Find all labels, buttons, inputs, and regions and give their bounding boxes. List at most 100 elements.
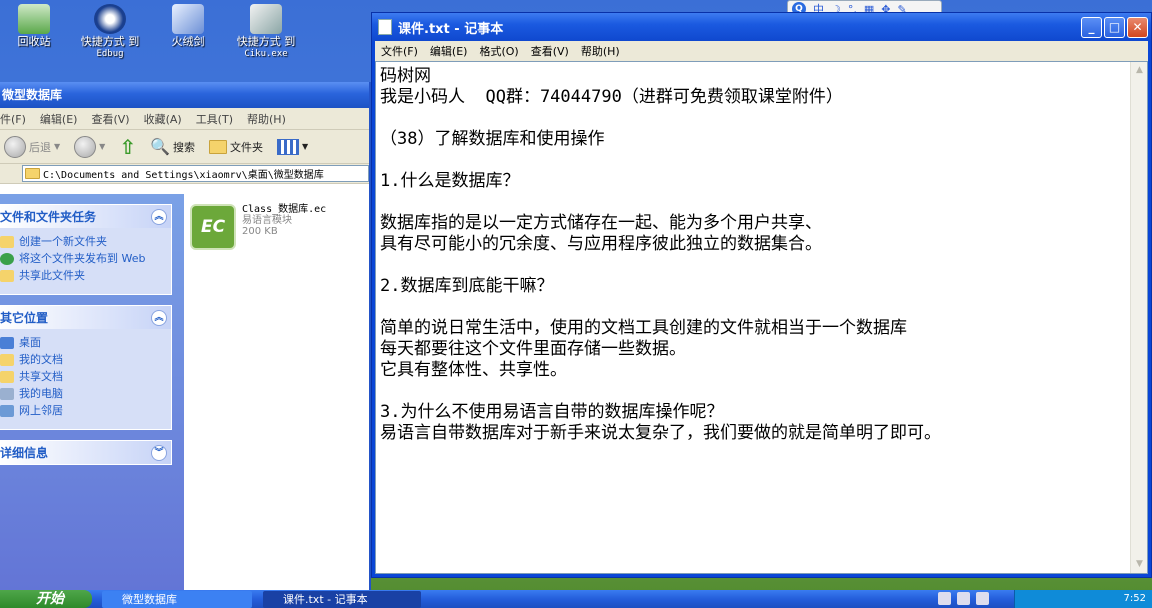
taskbar-item-explorer[interactable]: 微型数据库 — [102, 591, 252, 608]
desktop-icon-ciku[interactable]: 快捷方式 到 Ciku.exe — [228, 4, 304, 60]
menu-tools[interactable]: 工具(T) — [196, 111, 233, 127]
panel-header[interactable]: 其它位置 ︽ — [0, 306, 171, 329]
panel-title: 其它位置 — [0, 311, 49, 325]
network-icon — [0, 405, 14, 417]
desktop-icon-recycle-bin[interactable]: 回收站 — [0, 4, 72, 48]
desktop-icon-sublabel: Ciku.exe — [244, 49, 288, 59]
file-size: 200 KB — [242, 226, 278, 237]
scroll-down-icon[interactable]: ▼ — [1131, 556, 1148, 573]
views-button[interactable]: ▼ — [273, 137, 312, 157]
expand-icon[interactable]: ︾ — [151, 444, 167, 461]
menu-view[interactable]: 查看(V) — [531, 43, 569, 59]
address-bar: C:\Documents and Settings\xiaomrv\桌面\微型数… — [0, 164, 369, 184]
ime-tray-icon[interactable] — [938, 592, 951, 605]
up-button[interactable]: ⇧ — [115, 133, 140, 161]
minimize-button[interactable]: _ — [1081, 16, 1102, 38]
system-tray: 7:52 — [1014, 590, 1152, 608]
menu-edit[interactable]: 编辑(E) — [430, 43, 468, 59]
menu-edit[interactable]: 编辑(E) — [40, 111, 78, 127]
forward-arrow-icon — [74, 135, 97, 158]
menu-help[interactable]: 帮助(H) — [247, 111, 286, 127]
vertical-scrollbar[interactable]: ▲ ▼ — [1130, 62, 1147, 573]
details-panel: 详细信息 ︾ — [0, 440, 172, 465]
desktop-icon-label: 回收站 — [17, 35, 51, 48]
menu-favorites[interactable]: 收藏(A) — [144, 111, 182, 127]
chevron-down-icon: ▼ — [302, 142, 309, 151]
start-label: 开始 — [36, 591, 64, 607]
panel-header[interactable]: 文件和文件夹任务 ︽ — [0, 205, 171, 228]
taskbar-item-notepad[interactable]: 课件.txt - 记事本 — [263, 591, 421, 608]
menu-help[interactable]: 帮助(H) — [581, 43, 620, 59]
explorer-task-pane: 文件和文件夹任务 ︽ 创建一个新文件夹 将这个文件夹发布到 Web 共享此文件夹 — [0, 194, 184, 590]
help-tray-icon[interactable] — [957, 592, 970, 605]
task-publish-web[interactable]: 将这个文件夹发布到 Web — [0, 252, 167, 265]
explorer-toolbar: 后退 ▼ ▼ ⇧ 🔍 搜索 文件夹 ▼ — [0, 130, 369, 164]
desktop-icon-label: 快捷方式 到 — [80, 35, 140, 48]
file-type: 易语言模块 — [242, 215, 292, 226]
desktop-icon-sublabel: Edbug — [96, 49, 124, 59]
globe-icon — [0, 253, 14, 265]
forward-button[interactable]: ▼ — [70, 134, 109, 160]
desktop-icon-label: 火绒剑 — [171, 35, 205, 48]
place-my-computer[interactable]: 我的电脑 — [0, 387, 167, 400]
search-button[interactable]: 🔍 搜索 — [146, 135, 199, 158]
chevron-down-icon: ▼ — [54, 142, 61, 151]
menu-file[interactable]: 件(F) — [0, 111, 26, 127]
file-tasks-panel: 文件和文件夹任务 ︽ 创建一个新文件夹 将这个文件夹发布到 Web 共享此文件夹 — [0, 204, 172, 295]
taskbar: 开始 微型数据库 课件.txt - 记事本 7:52 — [0, 590, 1152, 608]
desktop-icon-edbug[interactable]: 快捷方式 到 Edbug — [72, 4, 148, 60]
place-my-documents[interactable]: 我的文档 — [0, 353, 167, 366]
clock[interactable]: 7:52 — [1124, 593, 1146, 604]
other-places-panel: 其它位置 ︽ 桌面 我的文档 共享文档 我的电脑 网上邻居 — [0, 305, 172, 430]
shared-folder-icon — [0, 371, 14, 383]
place-shared-documents[interactable]: 共享文档 — [0, 370, 167, 383]
notepad-edit-area[interactable]: 码树网 我是小码人 QQ群：74044790（进群可免费领取课堂附件） （38）… — [375, 61, 1148, 574]
collapse-icon[interactable]: ︽ — [151, 208, 167, 225]
address-input[interactable]: C:\Documents and Settings\xiaomrv\桌面\微型数… — [22, 165, 369, 182]
maximize-button[interactable]: □ — [1104, 16, 1125, 38]
notepad-window: 课件.txt - 记事本 _ □ ✕ 文件(F) 编辑(E) 格式(O) 查看(… — [371, 12, 1152, 578]
menu-file[interactable]: 文件(F) — [381, 43, 418, 59]
start-button[interactable]: 开始 — [0, 590, 92, 608]
tray-ime-icons — [938, 592, 989, 605]
notepad-menu-bar: 文件(F) 编辑(E) 格式(O) 查看(V) 帮助(H) — [375, 41, 1148, 61]
views-icon — [277, 138, 299, 155]
notepad-icon — [378, 19, 392, 35]
place-desktop[interactable]: 桌面 — [0, 336, 167, 349]
address-text: C:\Documents and Settings\xiaomrv\桌面\微型数… — [43, 170, 324, 181]
panel-title: 详细信息 — [0, 446, 49, 460]
back-label: 后退 — [29, 140, 51, 154]
recycle-bin-icon — [18, 4, 50, 34]
desktop-icon-huorong[interactable]: 火绒剑 — [150, 4, 226, 48]
place-network[interactable]: 网上邻居 — [0, 404, 167, 417]
panel-header[interactable]: 详细信息 ︾ — [0, 441, 171, 464]
file-item[interactable]: EC Class_数据库.ec 易语言模块 200 KB — [190, 204, 326, 250]
menu-view[interactable]: 查看(V) — [91, 111, 129, 127]
documents-folder-icon — [0, 354, 14, 366]
file-list: EC Class_数据库.ec 易语言模块 200 KB — [184, 194, 369, 590]
back-arrow-icon — [4, 135, 26, 158]
computer-icon — [0, 388, 14, 400]
folders-button[interactable]: 文件夹 — [205, 137, 267, 157]
folder-icon — [209, 139, 227, 154]
task-new-folder[interactable]: 创建一个新文件夹 — [0, 235, 167, 248]
task-label: 课件.txt - 记事本 — [283, 593, 368, 606]
close-button[interactable]: ✕ — [1127, 16, 1148, 38]
back-button[interactable]: 后退 ▼ — [0, 134, 64, 160]
menu-format[interactable]: 格式(O) — [479, 43, 518, 59]
desktop-icon — [0, 337, 14, 349]
scroll-up-icon[interactable]: ▲ — [1131, 62, 1148, 79]
collapse-icon[interactable]: ︽ — [151, 309, 167, 326]
folder-icon — [25, 168, 40, 179]
shortcut-icon — [94, 4, 126, 34]
notepad-title-bar[interactable]: 课件.txt - 记事本 _ □ ✕ — [372, 13, 1151, 41]
explorer-title-bar[interactable]: 微型数据库 — [0, 82, 369, 108]
notepad-title: 课件.txt - 记事本 — [398, 21, 504, 37]
desktop-icon-label: 快捷方式 到 — [236, 35, 296, 48]
task-label: 微型数据库 — [122, 593, 177, 606]
notepad-text[interactable]: 码树网 我是小码人 QQ群：74044790（进群可免费领取课堂附件） （38）… — [380, 66, 1125, 569]
tray-icon[interactable] — [976, 592, 989, 605]
task-share-folder[interactable]: 共享此文件夹 — [0, 269, 167, 282]
folders-label: 文件夹 — [230, 140, 263, 154]
shortcut-icon — [250, 4, 282, 34]
